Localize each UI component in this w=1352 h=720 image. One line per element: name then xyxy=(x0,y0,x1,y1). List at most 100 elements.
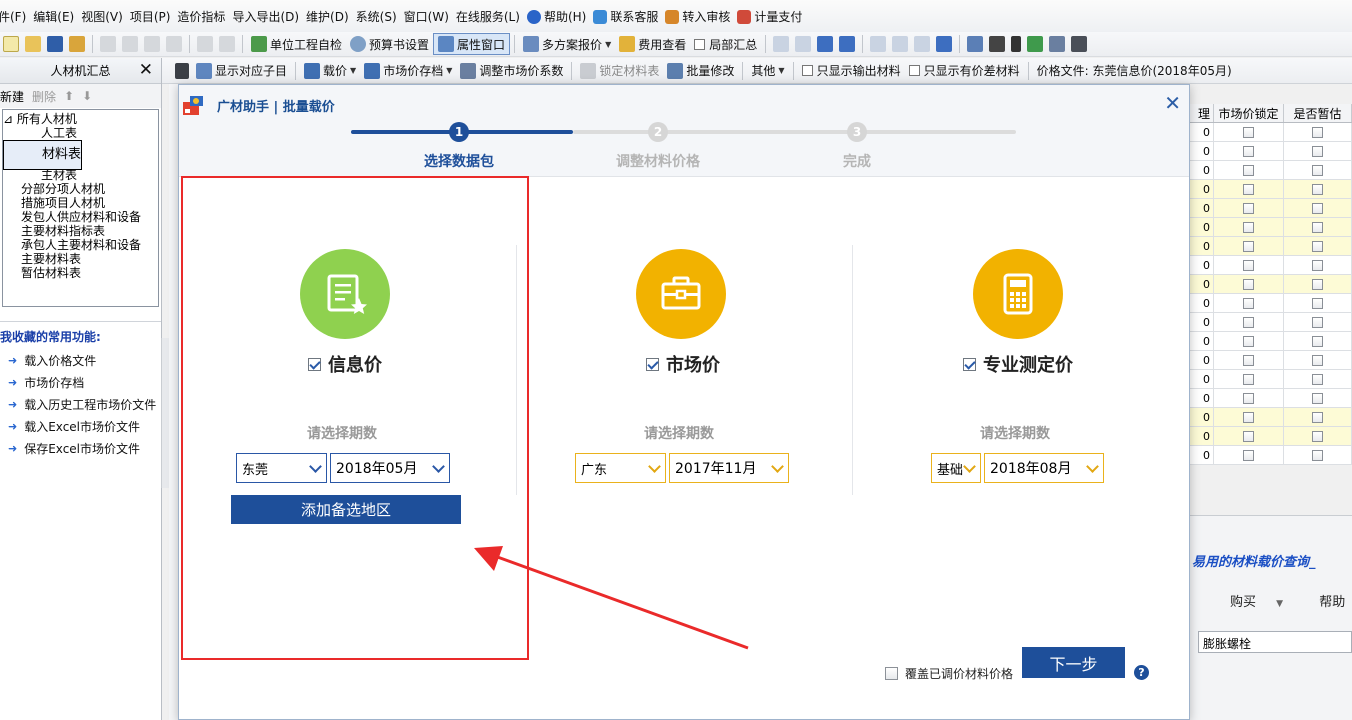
table-row[interactable]: 0 xyxy=(1188,161,1352,180)
save-all-icon[interactable] xyxy=(69,36,85,52)
menu-window[interactable]: 窗口(W) xyxy=(402,0,454,33)
professional-price-checkbox[interactable] xyxy=(963,357,976,371)
menu-system[interactable]: 系统(S) xyxy=(354,0,402,33)
lock-price-checkbox[interactable] xyxy=(1243,411,1254,423)
provisional-checkbox[interactable] xyxy=(1312,126,1323,138)
fav-item-load-excel[interactable]: ➜ 载入Excel市场价文件 xyxy=(0,415,161,437)
table-row[interactable]: 0 xyxy=(1188,370,1352,389)
tree-item[interactable]: 措施项目人材机 xyxy=(3,196,158,210)
tree-item[interactable]: 主要材料指标表 xyxy=(3,224,158,238)
period-select[interactable]: 2017年11月 xyxy=(669,453,789,483)
table-row[interactable]: 0 xyxy=(1188,142,1352,161)
market-price-checkbox[interactable] xyxy=(646,357,659,371)
export-icon[interactable] xyxy=(1049,36,1066,52)
provisional-checkbox[interactable] xyxy=(1312,392,1323,404)
save-icon[interactable] xyxy=(47,36,63,52)
tree-item-material[interactable]: 材料表 xyxy=(3,140,83,170)
table-row[interactable]: 0 xyxy=(1188,408,1352,427)
cut-icon[interactable] xyxy=(100,36,116,52)
new-button[interactable]: 新建 xyxy=(0,88,24,105)
next-icon[interactable] xyxy=(817,36,834,52)
provisional-checkbox[interactable] xyxy=(1312,240,1323,252)
market-store-button[interactable]: 市场价存档 ▼ xyxy=(360,60,456,82)
multi-quote-button[interactable]: 多方案报价 ▼ xyxy=(519,33,615,55)
table-row[interactable]: 0 xyxy=(1188,389,1352,408)
only-output-checkbox[interactable] xyxy=(801,65,813,76)
fav-item-load-price-file[interactable]: ➜ 载入价格文件 xyxy=(0,349,161,371)
load-price-button[interactable]: 载价 ▼ xyxy=(300,60,360,82)
calculator-icon[interactable] xyxy=(967,36,984,52)
close-icon[interactable]: ✕ xyxy=(139,60,153,80)
menu-help[interactable]: 帮助(H) xyxy=(525,0,591,33)
lock-price-checkbox[interactable] xyxy=(1243,354,1254,366)
next-step-button[interactable]: 下一步 xyxy=(1022,647,1125,678)
lock-price-checkbox[interactable] xyxy=(1243,316,1254,328)
local-summary-checkbox[interactable] xyxy=(694,38,706,50)
cube-icon[interactable] xyxy=(1027,36,1044,52)
provisional-checkbox[interactable] xyxy=(1312,411,1323,423)
menu-contact[interactable]: 联系客服 xyxy=(591,0,663,33)
move-right-icon[interactable] xyxy=(892,36,909,52)
move-up-icon[interactable] xyxy=(914,36,931,52)
move-down-icon[interactable] xyxy=(936,36,953,52)
period-select[interactable]: 2018年08月 xyxy=(984,453,1104,483)
menu-edit[interactable]: 编辑(E) xyxy=(31,0,79,33)
delete-icon[interactable] xyxy=(166,36,182,52)
lock-price-checkbox[interactable] xyxy=(1243,392,1254,404)
local-summary-button[interactable]: 局部汇总 xyxy=(690,33,761,55)
prev-icon[interactable] xyxy=(795,36,812,52)
menu-import-export[interactable]: 导入导出(D) xyxy=(230,0,304,33)
formula-icon[interactable] xyxy=(989,36,1006,52)
show-sub-button[interactable]: 显示对应子目 xyxy=(192,60,291,82)
category-select[interactable]: 基础 xyxy=(931,453,981,483)
lock-price-checkbox[interactable] xyxy=(1243,240,1254,252)
left-scrollbar[interactable] xyxy=(161,338,169,488)
table-row[interactable]: 0 xyxy=(1188,275,1352,294)
only-diff-checkbox[interactable] xyxy=(908,65,920,76)
tree-item-all[interactable]: ⊿ 所有人材机 xyxy=(3,112,158,126)
search-input[interactable]: 膨胀螺栓 xyxy=(1198,631,1352,653)
cover-adjusted-option[interactable]: 覆盖已调价材料价格 xyxy=(885,665,1013,682)
tree-item[interactable]: 承包人主要材料和设备 xyxy=(3,238,158,252)
paragraph-icon[interactable] xyxy=(1011,36,1022,52)
lock-price-checkbox[interactable] xyxy=(1243,126,1254,138)
budget-settings-button[interactable]: 预算书设置 xyxy=(346,33,433,55)
table-row[interactable]: 0 xyxy=(1188,351,1352,370)
lock-table-button[interactable]: 锁定材料表 xyxy=(576,60,663,82)
tree-item[interactable]: 暂估材料表 xyxy=(3,266,158,280)
lock-price-checkbox[interactable] xyxy=(1243,202,1254,214)
provisional-checkbox[interactable] xyxy=(1312,449,1323,461)
table-row[interactable]: 0 xyxy=(1188,199,1352,218)
menu-cost-index[interactable]: 造价指标 xyxy=(175,0,230,33)
other-button[interactable]: 其他 ▼ xyxy=(747,60,788,82)
lock-price-checkbox[interactable] xyxy=(1243,335,1254,347)
lock-price-checkbox[interactable] xyxy=(1243,164,1254,176)
provisional-checkbox[interactable] xyxy=(1312,259,1323,271)
professional-price-option[interactable]: 专业测定价 xyxy=(963,351,1073,377)
cover-adjusted-checkbox[interactable] xyxy=(885,667,898,680)
property-window-button[interactable]: 属性窗口 xyxy=(433,33,511,55)
close-icon[interactable]: ✕ xyxy=(1164,91,1181,115)
table-row[interactable]: 0 xyxy=(1188,313,1352,332)
market-price-option[interactable]: 市场价 xyxy=(646,351,720,377)
provisional-checkbox[interactable] xyxy=(1312,164,1323,176)
provisional-checkbox[interactable] xyxy=(1312,297,1323,309)
delete-button[interactable]: 删除 xyxy=(32,88,56,105)
table-row[interactable]: 0 xyxy=(1188,294,1352,313)
table-row[interactable]: 0 xyxy=(1188,123,1352,142)
table-row[interactable]: 0 xyxy=(1188,427,1352,446)
help-menu[interactable]: 帮助 ▼ xyxy=(1319,595,1352,610)
menu-audit[interactable]: 转入审核 xyxy=(663,0,735,33)
tree-item-main-material[interactable]: 主材表 xyxy=(3,168,158,182)
redo-icon[interactable] xyxy=(219,36,235,52)
table-icon[interactable] xyxy=(1071,36,1088,52)
region-select[interactable]: 广东 xyxy=(575,453,666,483)
open-folder-icon[interactable] xyxy=(25,36,41,52)
batch-edit-button[interactable]: 批量修改 xyxy=(663,60,738,82)
only-output-toggle[interactable]: 只显示输出材料 xyxy=(798,60,905,82)
table-row[interactable]: 0 xyxy=(1188,237,1352,256)
lock-price-checkbox[interactable] xyxy=(1243,297,1254,309)
provisional-checkbox[interactable] xyxy=(1312,145,1323,157)
adjust-coef-button[interactable]: 调整市场价系数 xyxy=(456,60,567,82)
provisional-checkbox[interactable] xyxy=(1312,430,1323,442)
